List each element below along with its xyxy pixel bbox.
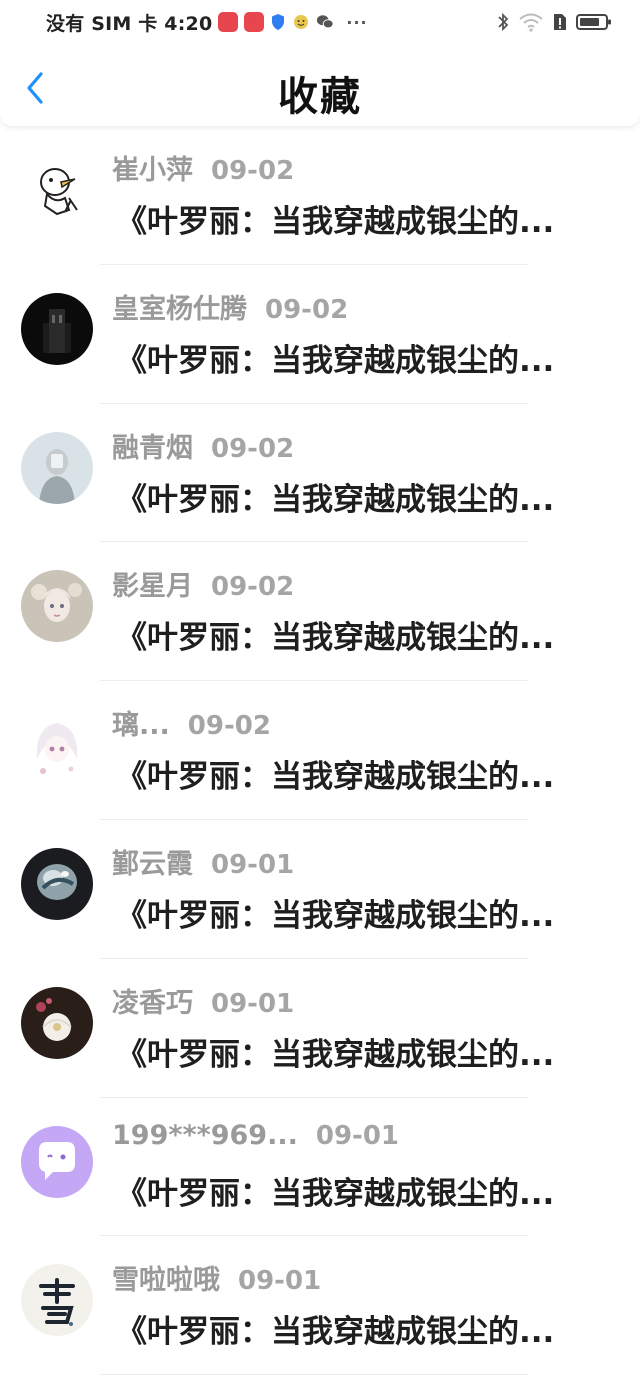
avatar[interactable] — [21, 986, 93, 1059]
name-row: 融青烟 09-02 — [112, 426, 294, 465]
battery-icon — [576, 14, 611, 30]
divider — [100, 1374, 528, 1376]
username[interactable]: 皇室杨仕腾 — [112, 287, 247, 326]
marble-avatar-icon — [21, 847, 93, 920]
username[interactable]: 鄞云霞 — [112, 842, 193, 881]
list-item[interactable]: 崔小萍 09-02 《叶罗丽：当我穿越成银尘的... — [0, 126, 640, 265]
anime-girl-avatar-icon — [21, 709, 93, 782]
post-title[interactable]: 《叶罗丽：当我穿越成银尘的... — [116, 612, 606, 657]
wifi-icon — [519, 13, 543, 32]
post-title[interactable]: 《叶罗丽：当我穿越成银尘的... — [116, 1029, 606, 1074]
name-row: 璃... 09-02 — [112, 703, 271, 742]
avatar[interactable] — [21, 709, 93, 782]
girl-photo-avatar-icon — [21, 431, 93, 504]
avatar[interactable] — [21, 154, 93, 226]
flower-avatar-icon — [21, 986, 93, 1059]
bluetooth-icon — [498, 12, 509, 32]
date: 09-02 — [187, 711, 271, 742]
post-title[interactable]: 《叶罗丽：当我穿越成银尘的... — [116, 890, 606, 935]
favorites-list: 崔小萍 09-02 《叶罗丽：当我穿越成银尘的... 皇室杨仕腾 09-02 《… — [0, 126, 640, 1376]
list-item[interactable]: 融青烟 09-02 《叶罗丽：当我穿越成银尘的... — [0, 404, 640, 543]
date: 09-01 — [211, 988, 295, 1019]
shield-icon — [272, 14, 285, 30]
list-item[interactable]: 璃... 09-02 《叶罗丽：当我穿越成银尘的... — [0, 681, 640, 820]
name-row: 影星月 09-02 — [112, 564, 294, 603]
username[interactable]: 璃... — [112, 703, 170, 742]
username[interactable]: 影星月 — [112, 564, 193, 603]
list-item[interactable]: 皇室杨仕腾 09-02 《叶罗丽：当我穿越成银尘的... — [0, 265, 640, 404]
name-row: 199***969... 09-01 — [112, 1120, 399, 1151]
sim-alert-icon — [554, 14, 566, 30]
status-right — [496, 12, 612, 32]
list-item[interactable]: 凌香巧 09-01 《叶罗丽：当我穿越成银尘的... — [0, 959, 640, 1098]
avatar[interactable] — [21, 847, 93, 920]
shopping-app-icon — [218, 12, 239, 32]
favorites-screen: 没有 SIM 卡 4:20 ··· 收藏 崔小萍 09-02 《叶罗丽：当我穿越… — [0, 0, 640, 1387]
date: 09-01 — [211, 849, 295, 880]
date: 09-01 — [238, 1266, 322, 1297]
date: 09-02 — [265, 294, 349, 325]
avatar[interactable] — [21, 1125, 93, 1198]
username[interactable]: 199***969... — [112, 1120, 298, 1151]
calligraphy-avatar-icon — [21, 1264, 93, 1337]
post-title[interactable]: 《叶罗丽：当我穿越成银尘的... — [116, 474, 606, 519]
username[interactable]: 融青烟 — [112, 426, 193, 465]
avatar[interactable] — [21, 292, 93, 365]
wechat-icon — [317, 15, 334, 29]
chat-bubble-avatar-icon — [21, 1125, 93, 1198]
post-title[interactable]: 《叶罗丽：当我穿越成银尘的... — [116, 335, 606, 380]
username[interactable]: 凌香巧 — [112, 981, 193, 1020]
name-row: 鄞云霞 09-01 — [112, 842, 294, 881]
list-item[interactable]: 鄞云霞 09-01 《叶罗丽：当我穿越成银尘的... — [0, 820, 640, 959]
duck-avatar-icon — [21, 154, 93, 226]
date: 09-01 — [315, 1120, 400, 1151]
shopping-app-icon-2 — [244, 12, 265, 32]
post-title[interactable]: 《叶罗丽：当我穿越成银尘的... — [116, 1168, 606, 1213]
username[interactable]: 崔小萍 — [112, 148, 193, 187]
avatar[interactable] — [21, 570, 93, 643]
carrier-time: 没有 SIM 卡 4:20 — [46, 12, 213, 35]
header-bar: 收藏 — [0, 44, 640, 126]
post-title[interactable]: 《叶罗丽：当我穿越成银尘的... — [116, 1306, 606, 1351]
username[interactable]: 雪啦啦哦 — [112, 1258, 220, 1297]
name-row: 雪啦啦哦 09-01 — [112, 1258, 321, 1297]
avatar[interactable] — [21, 431, 93, 504]
emoji-app-icon — [294, 15, 309, 29]
name-row: 凌香巧 09-01 — [112, 981, 294, 1020]
name-row: 皇室杨仕腾 09-02 — [112, 287, 348, 326]
date: 09-02 — [211, 572, 295, 603]
list-item[interactable]: 199***969... 09-01 《叶罗丽：当我穿越成银尘的... — [0, 1098, 640, 1237]
list-item[interactable]: 影星月 09-02 《叶罗丽：当我穿越成银尘的... — [0, 542, 640, 682]
date: 09-02 — [211, 156, 295, 186]
post-title[interactable]: 《叶罗丽：当我穿越成银尘的... — [116, 196, 606, 241]
name-row: 崔小萍 09-02 — [112, 148, 294, 187]
dark-building-avatar-icon — [21, 292, 93, 365]
list-item[interactable]: 雪啦啦哦 09-01 《叶罗丽：当我穿越成银尘的... — [0, 1236, 640, 1376]
post-title[interactable]: 《叶罗丽：当我穿越成银尘的... — [116, 751, 606, 796]
doll-avatar-icon — [21, 570, 93, 643]
more-notifications: ··· — [346, 12, 368, 32]
date: 09-02 — [211, 433, 295, 464]
status-bar: 没有 SIM 卡 4:20 ··· — [0, 0, 640, 44]
page-title: 收藏 — [278, 74, 362, 120]
avatar[interactable] — [21, 1264, 93, 1337]
status-left: 没有 SIM 卡 4:20 ··· — [46, 9, 368, 36]
